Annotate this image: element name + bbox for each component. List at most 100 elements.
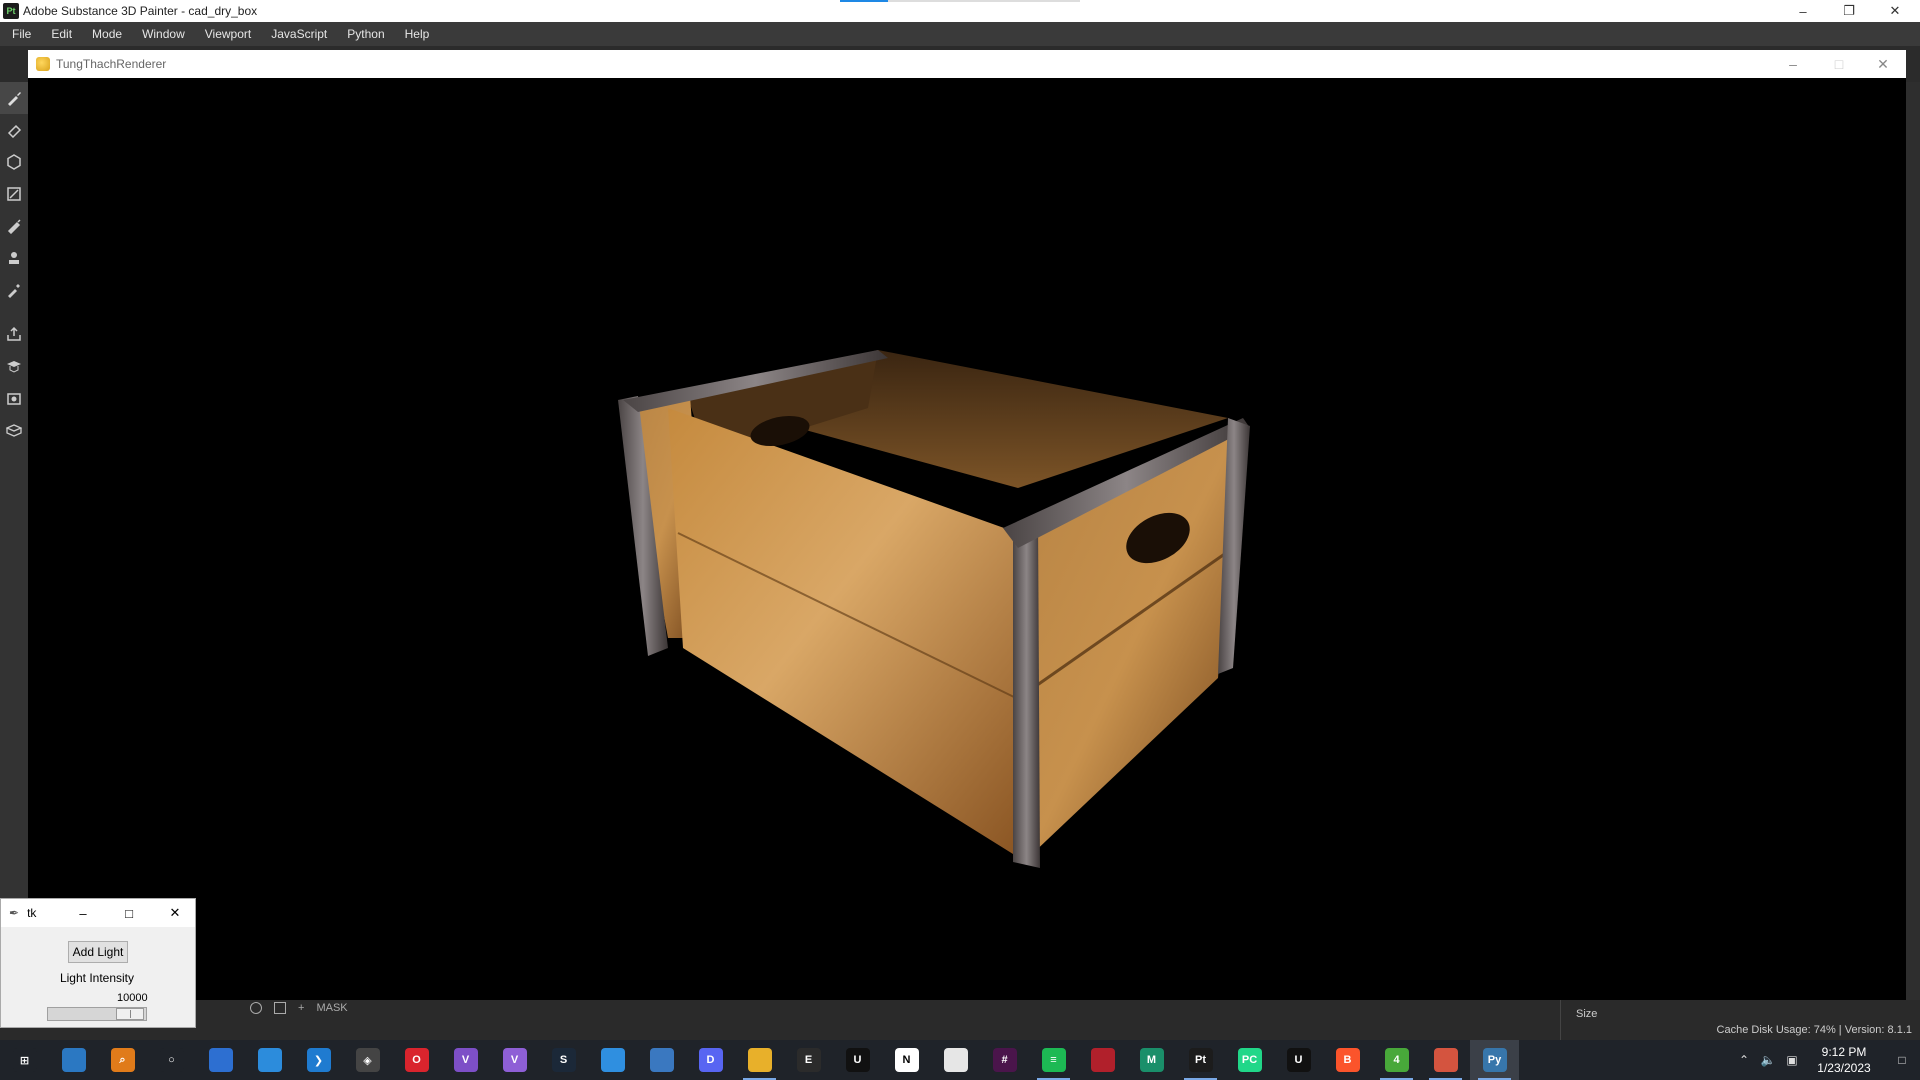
brave-icon-glyph: B [1335, 1048, 1360, 1072]
app-icon-5-glyph [257, 1048, 282, 1072]
app-icon-13-glyph [649, 1048, 674, 1072]
clock[interactable]: 9:12 PM 1/23/2023 [1804, 1044, 1884, 1076]
chevron-up-icon[interactable]: ⌃ [1732, 1040, 1756, 1080]
visual-studio-preview-icon[interactable]: V [490, 1040, 539, 1080]
steam-icon[interactable]: S [539, 1040, 588, 1080]
visual-studio-icon[interactable]: V [441, 1040, 490, 1080]
app-icon-4[interactable] [196, 1040, 245, 1080]
menu-bar: File Edit Mode Window Viewport JavaScrip… [0, 22, 1920, 46]
notion-icon[interactable]: N [882, 1040, 931, 1080]
volume-icon[interactable]: 🔈 [1756, 1040, 1780, 1080]
mask-toolbar: + MASK [250, 1000, 348, 1016]
renderer-maximize-button[interactable]: □ [1816, 50, 1862, 78]
eraser-icon [7, 124, 22, 138]
app-icon-12[interactable] [588, 1040, 637, 1080]
export-tool[interactable] [0, 318, 28, 350]
learning-tool[interactable] [0, 350, 28, 382]
tk-close-button[interactable]: ✕ [157, 899, 193, 927]
square-icon[interactable] [274, 1002, 286, 1014]
close-button[interactable]: ✕ [1872, 0, 1918, 22]
paint-brush-tool[interactable] [0, 82, 28, 114]
pycharm-icon[interactable]: PC [1225, 1040, 1274, 1080]
eyedropper-icon [8, 284, 20, 298]
minimize-button[interactable]: – [1780, 0, 1826, 22]
slack-icon-glyph: # [992, 1048, 1017, 1072]
menu-window[interactable]: Window [132, 27, 195, 41]
slider-thumb[interactable] [116, 1008, 144, 1020]
app-icon-23-glyph: M [1139, 1048, 1164, 1072]
app-icon-29[interactable] [1421, 1040, 1470, 1080]
renderer-title: TungThachRenderer [56, 57, 167, 71]
projection-tool[interactable] [0, 146, 28, 178]
file-explorer-icon[interactable] [735, 1040, 784, 1080]
substance-painter-logo-icon: Pt [3, 3, 19, 19]
clone-tool[interactable] [0, 242, 28, 274]
color-picker-tool[interactable] [0, 274, 28, 306]
light-intensity-slider[interactable] [47, 1007, 147, 1021]
app-icon-19[interactable] [931, 1040, 980, 1080]
menu-mode[interactable]: Mode [82, 27, 132, 41]
app-icon-28[interactable]: 4 [1372, 1040, 1421, 1080]
camera-icon [7, 393, 21, 405]
screenshot-tool[interactable] [0, 382, 28, 414]
smudge-icon [7, 219, 21, 234]
refresh-icon[interactable] [250, 1002, 262, 1014]
network-icon[interactable]: ▣ [1780, 1040, 1804, 1080]
graduation-cap-icon [7, 361, 21, 373]
unreal-icon-glyph: U [845, 1048, 870, 1072]
size-label: Size [1576, 1008, 1598, 1020]
app-icon-5[interactable] [245, 1040, 294, 1080]
eraser-tool[interactable] [0, 114, 28, 146]
opera-icon[interactable]: O [392, 1040, 441, 1080]
bottom-status-area: + MASK Size Cache Disk Usage: 74% | Vers… [0, 1000, 1920, 1040]
slack-icon[interactable]: # [980, 1040, 1029, 1080]
3d-viewport[interactable] [28, 78, 1906, 1000]
renderer-window: TungThachRenderer – □ ✕ [28, 50, 1906, 1000]
menu-python[interactable]: Python [337, 27, 394, 41]
menu-javascript[interactable]: JavaScript [261, 27, 337, 41]
python-icon-glyph: Py [1482, 1048, 1507, 1072]
notification-icon[interactable]: □ [1884, 1040, 1920, 1080]
renderer-minimize-button[interactable]: – [1770, 50, 1816, 78]
app-icon-23[interactable]: M [1127, 1040, 1176, 1080]
substance-painter-icon-glyph: Pt [1188, 1048, 1213, 1072]
tk-maximize-button[interactable]: □ [111, 899, 147, 927]
python-icon[interactable]: Py [1470, 1040, 1519, 1080]
polygon-fill-tool[interactable] [0, 178, 28, 210]
add-light-button[interactable]: Add Light [68, 941, 128, 963]
menu-file[interactable]: File [2, 27, 41, 41]
spotify-icon[interactable]: ≡ [1029, 1040, 1078, 1080]
light-intensity-value: 10000 [117, 992, 148, 1004]
stamp-icon [9, 252, 19, 264]
unity-icon[interactable]: ◈ [343, 1040, 392, 1080]
unreal-engine-icon[interactable]: U [1274, 1040, 1323, 1080]
start-icon[interactable]: ⊞ [0, 1040, 49, 1080]
restore-button[interactable]: ❐ [1826, 0, 1872, 22]
menu-help[interactable]: Help [395, 27, 440, 41]
search-icon[interactable]: ○ [147, 1040, 196, 1080]
renderer-close-button[interactable]: ✕ [1860, 50, 1906, 78]
plus-icon[interactable]: + [298, 1002, 304, 1014]
renderer-titlebar: TungThachRenderer – □ ✕ [28, 50, 1906, 78]
light-intensity-label: Light Intensity [59, 971, 135, 985]
app-icon-22[interactable] [1078, 1040, 1127, 1080]
epic-games-icon[interactable]: E [784, 1040, 833, 1080]
menu-edit[interactable]: Edit [41, 27, 82, 41]
box-icon [6, 424, 22, 437]
brush-icon [8, 92, 21, 106]
menu-viewport[interactable]: Viewport [195, 27, 261, 41]
app-icon-13[interactable] [637, 1040, 686, 1080]
search-magnifier-icon[interactable]: ⌕ [98, 1040, 147, 1080]
tk-minimize-button[interactable]: – [65, 899, 101, 927]
app-icon-29-glyph [1433, 1048, 1458, 1072]
unreal-icon[interactable]: U [833, 1040, 882, 1080]
discord-icon[interactable]: D [686, 1040, 735, 1080]
vscode-icon[interactable]: ❯ [294, 1040, 343, 1080]
brave-icon[interactable]: B [1323, 1040, 1372, 1080]
smudge-tool[interactable] [0, 210, 28, 242]
app-icon-1[interactable] [49, 1040, 98, 1080]
app-icon-1-glyph [61, 1048, 86, 1072]
substance-painter-icon[interactable]: Pt [1176, 1040, 1225, 1080]
plugins-tool[interactable] [0, 414, 28, 446]
app-icon-12-glyph [600, 1048, 625, 1072]
